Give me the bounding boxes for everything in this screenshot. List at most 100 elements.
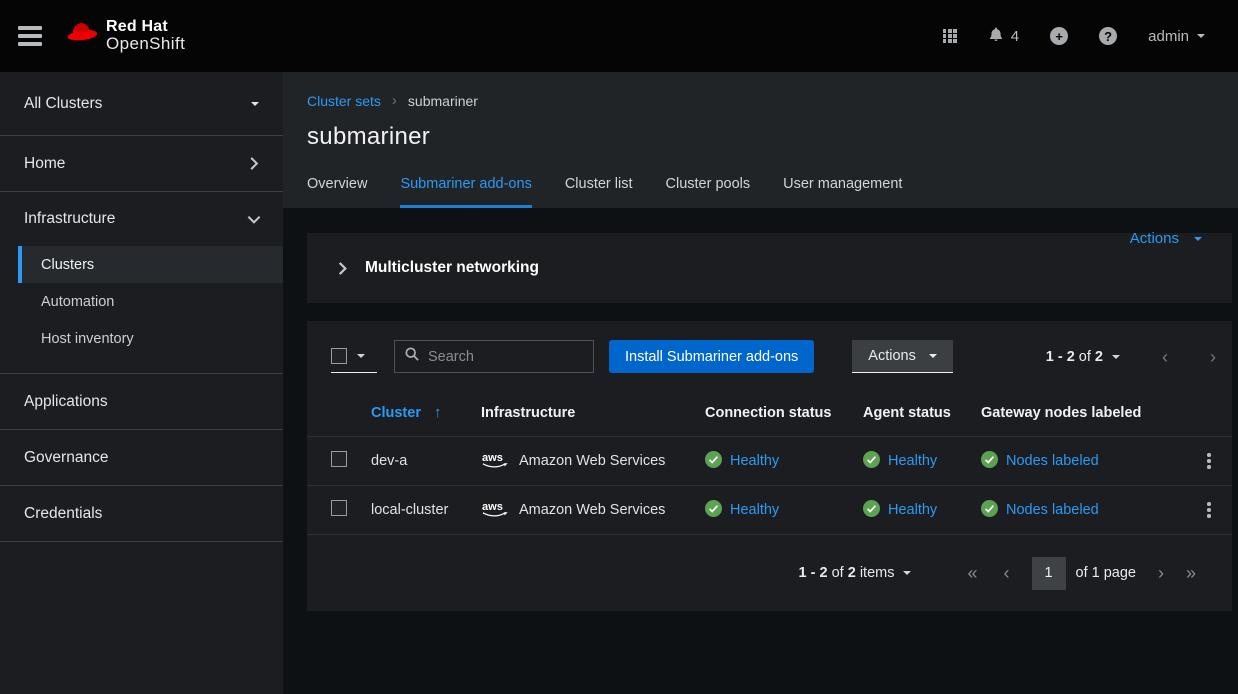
nav-toggle-icon[interactable] [18, 26, 42, 46]
caret-down-icon [251, 102, 259, 106]
sidebar-item-label: Host inventory [41, 331, 134, 347]
svg-text:aws: aws [482, 451, 503, 463]
gateway-nodes-link[interactable]: Nodes labeled [981, 451, 1186, 472]
next-page-icon[interactable]: › [1210, 348, 1216, 366]
page-of-label: of 1 page [1076, 565, 1136, 581]
previous-page-icon[interactable]: ‹ [1004, 563, 1010, 584]
search-input[interactable] [428, 349, 583, 365]
brand-line2: OpenShift [106, 35, 185, 54]
caret-down-icon[interactable] [903, 571, 911, 575]
help-icon[interactable]: ? [1099, 27, 1117, 45]
tabs: Overview Submariner add-ons Cluster list… [307, 176, 935, 208]
chevron-right-icon [337, 261, 348, 276]
bulk-select-dropdown[interactable] [331, 340, 377, 373]
infrastructure-subnav: Clusters Automation Host inventory [0, 246, 283, 374]
search-icon [405, 347, 419, 366]
agent-status-link[interactable]: Healthy [863, 500, 981, 521]
connection-status-link[interactable]: Healthy [705, 451, 863, 472]
page-number-input[interactable] [1032, 557, 1066, 590]
sidebar-item-automation[interactable]: Automation [18, 283, 283, 320]
tab-user-management[interactable]: User management [783, 176, 902, 208]
perspective-label: All Clusters [24, 95, 102, 113]
sidebar-item-clusters[interactable]: Clusters [18, 246, 283, 283]
page-header: Cluster sets › submariner submariner Ove… [283, 72, 1238, 208]
tab-overview[interactable]: Overview [307, 176, 367, 208]
sidebar-item-label: Home [24, 155, 65, 173]
pagination-bottom: 1 - 2 of 2 items « ‹ of 1 page › » [307, 535, 1232, 611]
perspective-switcher[interactable]: All Clusters [0, 72, 283, 136]
check-circle-icon [705, 451, 722, 472]
column-header-infrastructure: Infrastructure [481, 405, 705, 421]
sidebar: All Clusters Home Infrastructure Cluster… [0, 72, 283, 694]
toolbar-actions-label: Actions [868, 348, 916, 364]
tab-submariner-add-ons[interactable]: Submariner add-ons [400, 176, 531, 208]
sidebar-item-applications[interactable]: Applications [0, 374, 283, 430]
notification-count: 4 [1011, 28, 1019, 45]
submariner-table-card: Install Submariner add-ons Actions 1 - 2… [307, 321, 1232, 611]
check-circle-icon [981, 500, 998, 521]
tab-cluster-list[interactable]: Cluster list [565, 176, 633, 208]
chevron-right-icon [249, 156, 259, 171]
row-kebab-menu-icon[interactable] [1186, 447, 1232, 475]
pagination-top: 1 - 2 of 2 ‹ › [1046, 348, 1216, 366]
caret-down-icon [1197, 34, 1205, 38]
bulk-select-checkbox[interactable] [331, 348, 347, 364]
search-box[interactable] [394, 340, 594, 373]
agent-status-link[interactable]: Healthy [863, 451, 981, 472]
next-page-icon[interactable]: › [1158, 563, 1164, 584]
sidebar-item-label: Applications [24, 393, 108, 411]
sidebar-item-credentials[interactable]: Credentials [0, 486, 283, 542]
check-circle-icon [863, 451, 880, 472]
connection-status-link[interactable]: Healthy [705, 500, 863, 521]
breadcrumb-current: submariner [408, 93, 478, 109]
caret-down-icon[interactable] [1112, 355, 1120, 359]
page-actions-label: Actions [1130, 230, 1179, 247]
row-kebab-menu-icon[interactable] [1186, 496, 1232, 524]
column-header-gateway-nodes: Gateway nodes labeled [981, 405, 1186, 421]
column-header-agent-status: Agent status [863, 405, 981, 421]
last-page-icon[interactable]: » [1186, 563, 1196, 584]
bell-icon [988, 26, 1004, 46]
sidebar-item-label: Automation [41, 294, 114, 310]
install-submariner-button[interactable]: Install Submariner add-ons [609, 340, 814, 373]
page-actions-dropdown[interactable]: Actions [1130, 230, 1202, 247]
breadcrumb-separator-icon: › [392, 92, 397, 109]
sidebar-item-home[interactable]: Home [0, 136, 283, 192]
create-plus-icon[interactable]: + [1050, 27, 1068, 45]
column-header-cluster[interactable]: Cluster ↑ [371, 404, 481, 421]
table-toolbar: Install Submariner add-ons Actions 1 - 2… [307, 321, 1232, 373]
chevron-down-icon [249, 212, 259, 227]
first-page-icon[interactable]: « [967, 563, 977, 584]
column-header-connection-status: Connection status [705, 405, 863, 421]
svg-text:aws: aws [482, 500, 503, 512]
sidebar-item-governance[interactable]: Governance [0, 430, 283, 486]
tab-cluster-pools[interactable]: Cluster pools [666, 176, 751, 208]
brand-line1: Red Hat [106, 18, 185, 36]
table-row: local-cluster aws Amazon Web Services He… [307, 486, 1232, 535]
sidebar-item-host-inventory[interactable]: Host inventory [18, 320, 283, 357]
pagination-range: 1 - 2 [799, 565, 828, 581]
previous-page-icon[interactable]: ‹ [1162, 348, 1168, 366]
table-header: Cluster ↑ Infrastructure Connection stat… [307, 389, 1232, 437]
table-row: dev-a aws Amazon Web Services Healthy He… [307, 437, 1232, 486]
pagination-total: 2 [1095, 349, 1103, 365]
pagination-total: 2 [848, 565, 856, 581]
breadcrumb-cluster-sets[interactable]: Cluster sets [307, 93, 381, 109]
infrastructure-label: Amazon Web Services [519, 453, 665, 469]
gateway-nodes-link[interactable]: Nodes labeled [981, 500, 1186, 521]
infrastructure-label: Amazon Web Services [519, 502, 665, 518]
check-circle-icon [863, 500, 880, 521]
sort-ascending-icon: ↑ [434, 404, 442, 421]
sidebar-item-label: Clusters [41, 257, 94, 273]
section-title: Multicluster networking [365, 259, 539, 277]
aws-icon: aws [481, 499, 510, 522]
user-menu[interactable]: admin [1148, 28, 1205, 45]
multicluster-networking-section[interactable]: Multicluster networking [307, 233, 1232, 303]
sidebar-item-infrastructure[interactable]: Infrastructure [0, 192, 283, 246]
row-checkbox[interactable] [331, 451, 347, 467]
notification-badge[interactable]: 4 [988, 26, 1019, 46]
app-launcher-icon[interactable] [943, 29, 957, 43]
caret-down-icon [929, 354, 937, 358]
toolbar-actions-dropdown[interactable]: Actions [852, 340, 953, 373]
row-checkbox[interactable] [331, 500, 347, 516]
